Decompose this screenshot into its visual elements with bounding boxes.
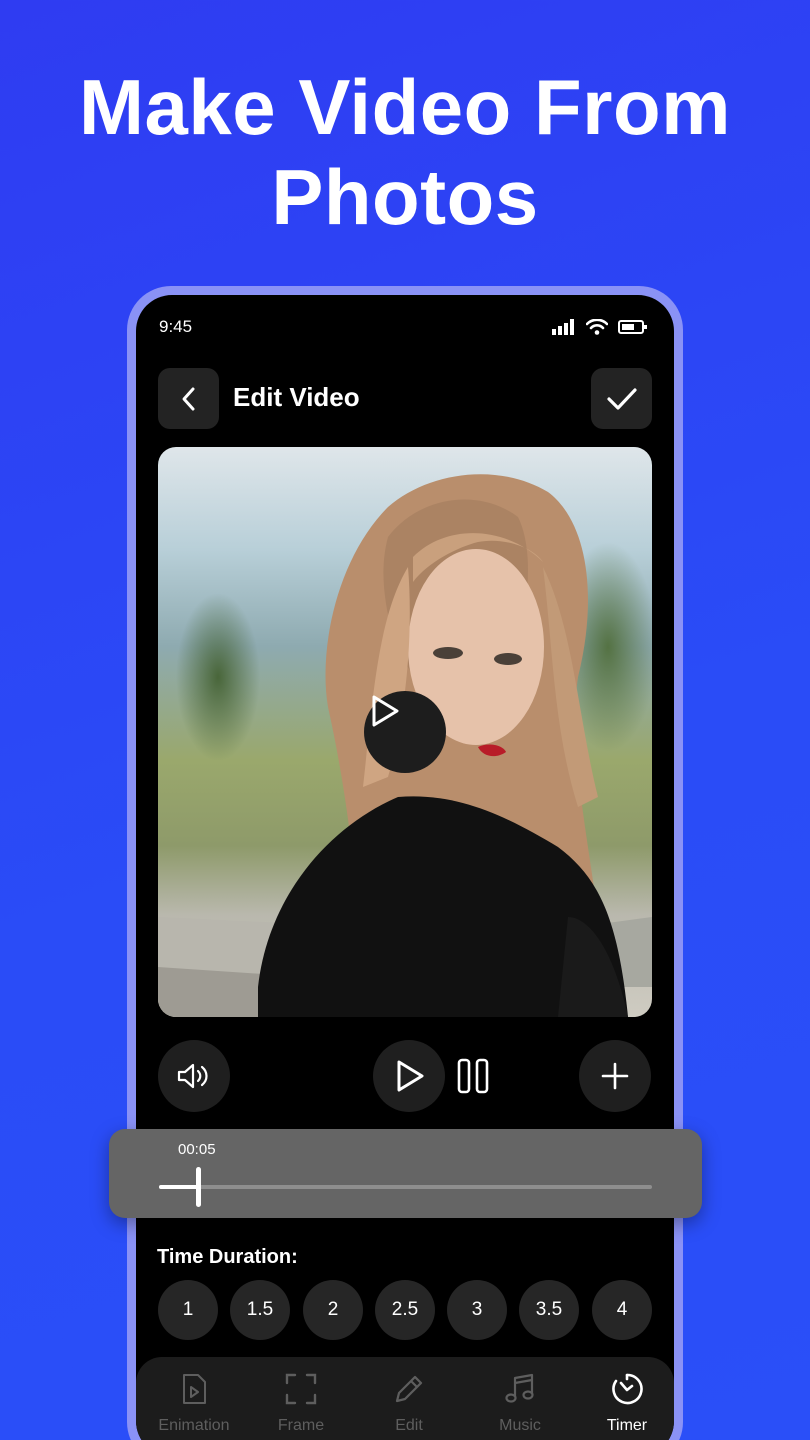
play-icon: [397, 1060, 424, 1092]
battery-icon: [618, 320, 647, 334]
nav-label-frame: Frame: [277, 1417, 325, 1434]
nav-item-edit[interactable]: Edit: [359, 1371, 459, 1435]
headline: Make Video From Photos: [0, 62, 810, 242]
duration-option-1[interactable]: 1: [158, 1280, 218, 1340]
add-button[interactable]: [579, 1040, 651, 1112]
nav-label-timer: Timer: [606, 1417, 648, 1434]
phone-frame: 9:45 Edit Video Time Duration: 1 1.5 2 2…: [127, 286, 683, 1440]
time-duration-label: Time Duration:: [157, 1246, 298, 1268]
timeline-panel: 00:05: [109, 1129, 702, 1218]
duration-option-4[interactable]: 4: [592, 1280, 652, 1340]
back-button[interactable]: [158, 368, 219, 429]
headline-line-1: Make Video From: [79, 63, 731, 151]
nav-label-music: Music: [499, 1417, 541, 1434]
check-icon: [606, 387, 637, 410]
timeline-track[interactable]: [159, 1167, 652, 1207]
done-button[interactable]: [591, 368, 652, 429]
video-preview[interactable]: [158, 447, 652, 1017]
timer-icon: [612, 1373, 643, 1405]
pause-icon: [457, 1058, 489, 1094]
timeline-handle[interactable]: [196, 1167, 202, 1207]
pencil-icon: [395, 1375, 423, 1403]
nav-label-enimation: Enimation: [158, 1417, 230, 1434]
status-time: 9:45: [159, 317, 193, 336]
phone-screen: 9:45 Edit Video Time Duration: 1 1.5 2 2…: [136, 295, 674, 1440]
frame-icon: [285, 1373, 317, 1405]
nav-item-frame[interactable]: Frame: [251, 1371, 351, 1435]
play-button[interactable]: [373, 1040, 445, 1112]
pause-button[interactable]: [456, 1058, 492, 1094]
play-icon: [372, 695, 399, 727]
status-bar: 9:45: [136, 295, 674, 355]
duration-option-3-5[interactable]: 3.5: [519, 1280, 579, 1340]
plus-icon: [601, 1062, 629, 1090]
status-icons: [552, 319, 648, 335]
timeline-progress: [159, 1185, 199, 1189]
headline-line-2: Photos: [271, 153, 539, 241]
preview-play-button[interactable]: [364, 691, 446, 773]
duration-option-2[interactable]: 2: [303, 1280, 363, 1340]
volume-button[interactable]: [158, 1040, 230, 1112]
nav-label-edit: Edit: [395, 1417, 423, 1434]
wifi-icon: [586, 319, 608, 335]
duration-option-1-5[interactable]: 1.5: [230, 1280, 290, 1340]
music-note-icon: [505, 1373, 534, 1403]
timeline-current-time: 00:05: [178, 1141, 216, 1158]
speaker-icon: [177, 1063, 208, 1089]
nav-item-timer[interactable]: Timer: [577, 1371, 674, 1435]
page-title: Edit Video: [233, 382, 360, 412]
bottom-nav: Enimation Frame Edit Music Timer: [136, 1357, 674, 1440]
signal-icon: [552, 319, 574, 335]
animation-file-icon: [183, 1374, 206, 1404]
nav-item-music[interactable]: Music: [470, 1371, 570, 1435]
duration-option-2-5[interactable]: 2.5: [375, 1280, 435, 1340]
chevron-left-icon: [182, 387, 194, 410]
duration-option-3[interactable]: 3: [447, 1280, 507, 1340]
nav-item-enimation[interactable]: Enimation: [144, 1371, 244, 1435]
